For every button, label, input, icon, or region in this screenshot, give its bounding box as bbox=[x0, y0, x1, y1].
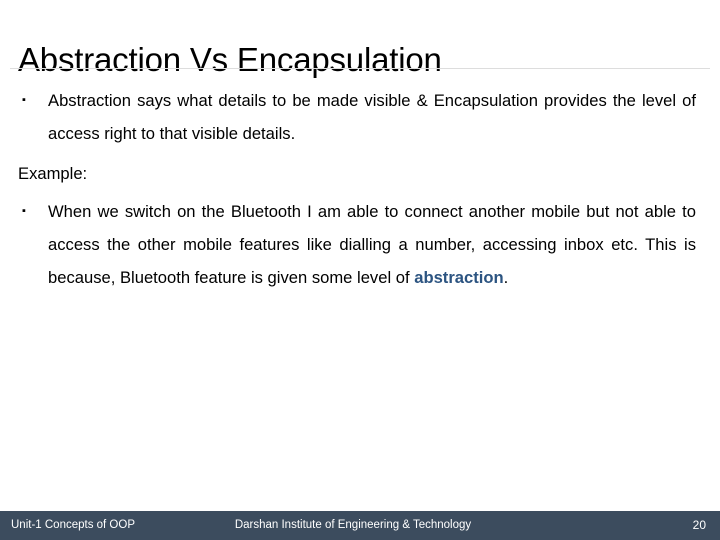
title-divider bbox=[10, 68, 710, 69]
page-title: Abstraction Vs Encapsulation bbox=[18, 41, 442, 79]
list-item-text-lead: When we switch on the Bluetooth I am abl… bbox=[48, 202, 696, 287]
example-label: Example: bbox=[18, 164, 88, 183]
slide: Abstraction Vs Encapsulation ▪ Abstracti… bbox=[0, 0, 720, 540]
highlighted-term: abstraction bbox=[414, 268, 504, 287]
list-item-text: When we switch on the Bluetooth I am abl… bbox=[48, 195, 696, 294]
footer-bar: Unit-1 Concepts of OOP Darshan Institute… bbox=[0, 511, 720, 540]
slide-body: ▪ Abstraction says what details to be ma… bbox=[16, 84, 696, 301]
list-item: ▪ When we switch on the Bluetooth I am a… bbox=[16, 195, 696, 294]
square-bullet-icon: ▪ bbox=[22, 94, 26, 106]
footer-page-number: 20 bbox=[692, 518, 706, 532]
list-item-text: Abstraction says what details to be made… bbox=[48, 91, 696, 143]
footer-unit-label: Unit-1 Concepts of OOP bbox=[11, 519, 135, 531]
list-item: ▪ Abstraction says what details to be ma… bbox=[16, 84, 696, 150]
square-bullet-icon: ▪ bbox=[22, 205, 26, 217]
list-item-text-tail: . bbox=[503, 268, 509, 287]
